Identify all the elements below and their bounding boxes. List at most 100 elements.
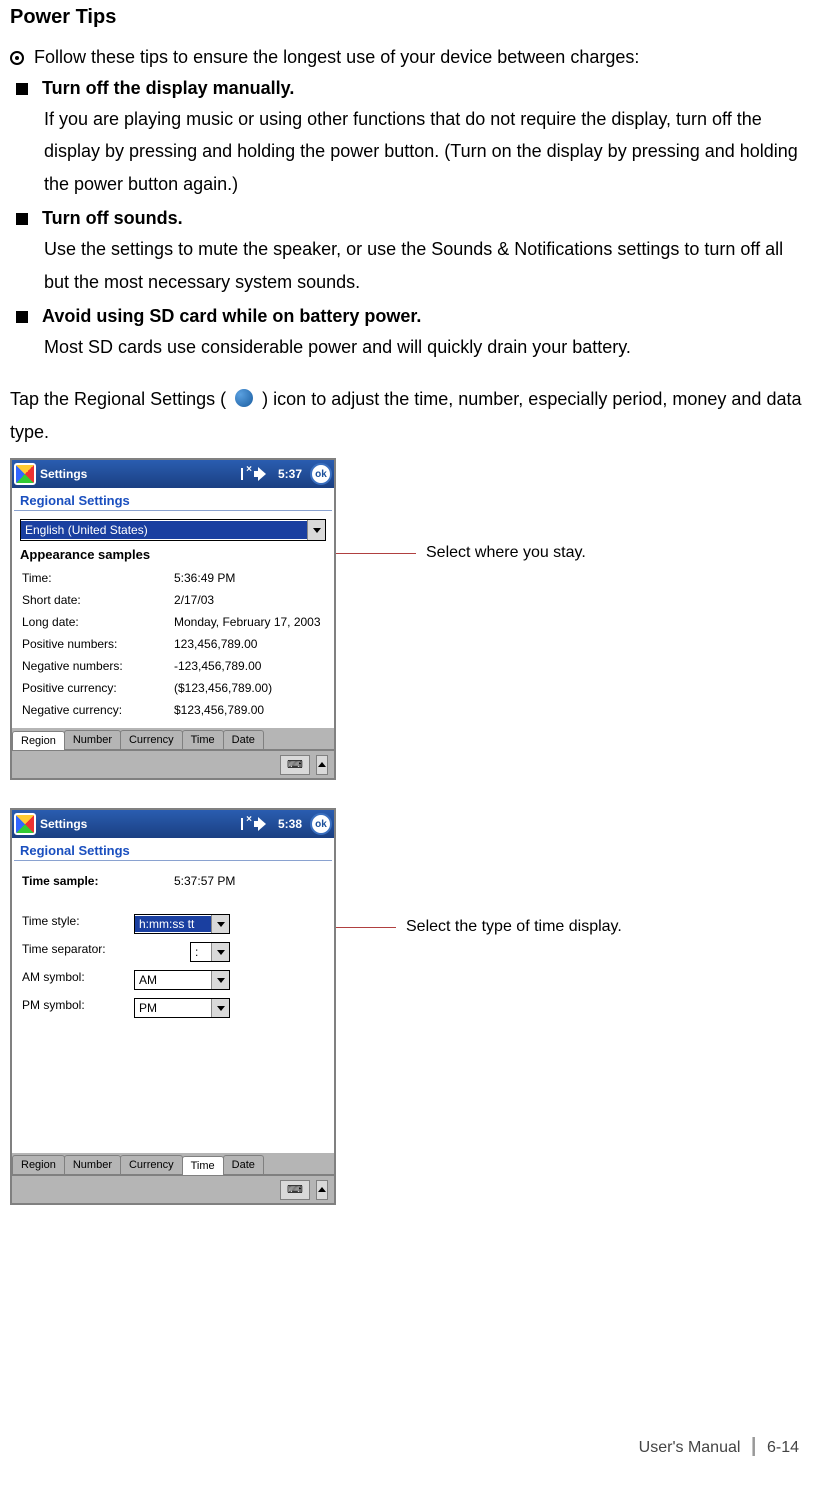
callout-leader-line [336, 927, 396, 928]
chevron-down-icon [217, 978, 225, 983]
tab-bar: Region Number Currency Time Date [12, 1153, 334, 1175]
intro-line: Follow these tips to ensure the longest … [10, 47, 809, 68]
row-label: Short date: [22, 590, 172, 610]
square-bullet-icon [16, 311, 28, 323]
dropdown-button[interactable] [307, 520, 325, 540]
tab-date[interactable]: Date [223, 730, 264, 749]
tip-body: Use the settings to mute the speaker, or… [10, 233, 809, 298]
page-footer: User's Manual ┃ 6-14 [10, 1413, 809, 1467]
square-bullet-icon [16, 213, 28, 225]
footer-left: User's Manual [639, 1439, 741, 1456]
tab-number[interactable]: Number [64, 1155, 121, 1174]
regional-settings-intro: Tap the Regional Settings ( ) icon to ad… [10, 383, 809, 448]
tab-date[interactable]: Date [223, 1155, 264, 1174]
ok-button[interactable]: ok [310, 813, 332, 835]
am-symbol-combo[interactable]: AM [134, 970, 230, 990]
pm-symbol-combo[interactable]: PM [134, 998, 230, 1018]
row-value: -123,456,789.00 [174, 656, 324, 676]
power-tips-heading: Power Tips [10, 6, 809, 29]
chevron-up-icon [318, 1187, 326, 1192]
row-value: 2/17/03 [174, 590, 324, 610]
dropdown-button[interactable] [211, 971, 229, 989]
tip-body: Most SD cards use considerable power and… [10, 331, 809, 363]
tab-currency[interactable]: Currency [120, 730, 183, 749]
callout-leader-line [336, 553, 416, 554]
ok-button[interactable]: ok [310, 463, 332, 485]
tip-body: If you are playing music or using other … [10, 103, 809, 200]
tip-title: Turn off sounds. [42, 208, 183, 229]
section-title: Regional Settings [14, 490, 332, 511]
clock-text: 5:37 [278, 467, 302, 481]
footer-page-number: 6-14 [767, 1439, 799, 1456]
appearance-samples-label: Appearance samples [20, 547, 326, 562]
chevron-up-icon [318, 762, 326, 767]
callout-text: Select where you stay. [426, 544, 586, 562]
tab-bar: Region Number Currency Time Date [12, 728, 334, 750]
keyboard-button[interactable]: ⌨ [280, 1180, 310, 1200]
dropdown-button[interactable] [211, 943, 229, 961]
field-label: Time style: [22, 911, 132, 937]
tab-time[interactable]: Time [182, 730, 224, 749]
combo-value: AM [135, 972, 211, 988]
start-icon[interactable] [14, 463, 36, 485]
callout-1: Select where you stay. [336, 544, 586, 562]
field-label: PM symbol: [22, 995, 132, 1021]
sip-menu-button[interactable] [316, 755, 328, 775]
row-label: Positive currency: [22, 678, 172, 698]
topbar-title: Settings [40, 817, 87, 831]
intro-text: Follow these tips to ensure the longest … [34, 47, 639, 68]
row-value: $123,456,789.00 [174, 700, 324, 720]
footer-separator: ┃ [749, 1439, 759, 1456]
start-icon[interactable] [14, 813, 36, 835]
sip-menu-button[interactable] [316, 1180, 328, 1200]
screenshot-time-tab: Settings 5:38 ok Regional Settings Time … [10, 808, 336, 1205]
regional-settings-globe-icon [235, 389, 253, 407]
row-value: 123,456,789.00 [174, 634, 324, 654]
sip-bar: ⌨ [12, 1175, 334, 1203]
regional-intro-text-1: Tap the Regional Settings ( [10, 389, 226, 409]
tab-time[interactable]: Time [182, 1156, 224, 1175]
tab-number[interactable]: Number [64, 730, 121, 749]
keyboard-button[interactable]: ⌨ [280, 755, 310, 775]
chevron-down-icon [217, 922, 225, 927]
locale-combo-value: English (United States) [21, 521, 307, 539]
callout-text: Select the type of time display. [406, 918, 622, 936]
combo-value: PM [135, 1000, 211, 1016]
row-label: Negative numbers: [22, 656, 172, 676]
row-label: Negative currency: [22, 700, 172, 720]
volume-icon[interactable] [254, 466, 270, 482]
time-style-combo[interactable]: h:mm:ss tt [134, 914, 230, 934]
tab-region[interactable]: Region [12, 731, 65, 750]
device-topbar: Settings 5:38 ok [12, 810, 334, 838]
volume-icon[interactable] [254, 816, 270, 832]
callout-2: Select the type of time display. [336, 918, 622, 936]
row-value: ($123,456,789.00) [174, 678, 324, 698]
section-title: Regional Settings [14, 840, 332, 861]
tab-currency[interactable]: Currency [120, 1155, 183, 1174]
clock-text: 5:38 [278, 817, 302, 831]
signal-off-icon[interactable] [234, 816, 250, 832]
chevron-down-icon [313, 528, 321, 533]
row-label: Time: [22, 568, 172, 588]
combo-value: h:mm:ss tt [135, 916, 211, 932]
dropdown-button[interactable] [211, 915, 229, 933]
signal-off-icon[interactable] [234, 466, 250, 482]
tab-region[interactable]: Region [12, 1155, 65, 1174]
time-separator-combo[interactable]: : [190, 942, 230, 962]
row-value: Monday, February 17, 2003 [174, 612, 324, 632]
row-label: Positive numbers: [22, 634, 172, 654]
row-value: 5:36:49 PM [174, 568, 324, 588]
field-label: AM symbol: [22, 967, 132, 993]
row-label: Long date: [22, 612, 172, 632]
device-topbar: Settings 5:37 ok [12, 460, 334, 488]
dropdown-button[interactable] [211, 999, 229, 1017]
chevron-down-icon [217, 1006, 225, 1011]
time-sample-value: 5:37:57 PM [174, 871, 324, 891]
locale-combo[interactable]: English (United States) [20, 519, 326, 541]
chevron-down-icon [217, 950, 225, 955]
tip-title: Avoid using SD card while on battery pow… [42, 306, 421, 327]
dot-bullet-icon [10, 51, 24, 65]
combo-value: : [191, 944, 211, 960]
tip-title: Turn off the display manually. [42, 78, 294, 99]
screenshot-region-tab: Settings 5:37 ok Regional Settings Engli… [10, 458, 336, 780]
